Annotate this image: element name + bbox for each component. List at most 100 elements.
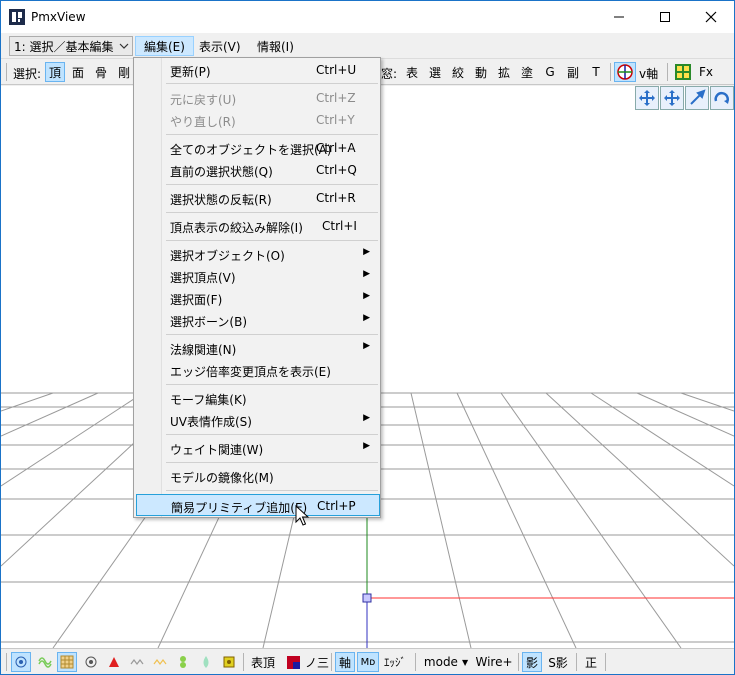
- menu-item-invert-selection[interactable]: 選択状態の反転(R) Ctrl+R: [136, 187, 380, 209]
- color-swatch-icon: [286, 655, 300, 669]
- drop-button[interactable]: [196, 652, 216, 672]
- window-g-button[interactable]: G: [540, 62, 560, 82]
- circle-button[interactable]: [81, 652, 101, 672]
- statusbar-grip: [6, 653, 7, 671]
- wave-green-button[interactable]: [35, 652, 55, 672]
- menu-separator: [166, 134, 378, 135]
- toolbar-separator: [667, 63, 668, 81]
- window-title: PmxView: [31, 10, 86, 24]
- window-paint-button[interactable]: 塗: [517, 62, 537, 82]
- menu-edit[interactable]: 編集(E): [135, 36, 194, 56]
- view-tools: [634, 86, 734, 110]
- window-move-button[interactable]: 動: [471, 62, 491, 82]
- window-select-button[interactable]: 選: [425, 62, 445, 82]
- menu-item-undo[interactable]: 元に戻す(U) Ctrl+Z: [136, 87, 380, 109]
- mesh-icon: [60, 655, 74, 669]
- toolbar-grip: [6, 63, 7, 81]
- menu-item-mirror-model[interactable]: モデルの鏡像化(M): [136, 465, 380, 487]
- zoom-tool[interactable]: [685, 86, 709, 110]
- mode-dropdown[interactable]: mode ▼: [421, 652, 471, 672]
- chevron-down-icon: [119, 40, 129, 54]
- rigid-icon: [223, 656, 235, 668]
- menu-item-weights[interactable]: ウェイト関連(W) ▶: [136, 437, 380, 459]
- bone-icon: [180, 656, 186, 668]
- select-label: 選択:: [13, 67, 42, 81]
- wave-gray-button[interactable]: [127, 652, 147, 672]
- shadow-toggle[interactable]: 影: [522, 652, 542, 672]
- menu-info[interactable]: 情報(I): [249, 36, 302, 56]
- window-sub-button[interactable]: 副: [563, 62, 583, 82]
- status-bar: 表頂 ノ三 軸 Mᴅ ｴｯｼﾞ mode ▼ Wire+ 影 S影 正: [1, 648, 734, 674]
- rigid-button[interactable]: [219, 652, 239, 672]
- red-triangle-icon: [109, 657, 119, 667]
- bone-button[interactable]: [173, 652, 193, 672]
- menu-item-morph-edit[interactable]: モーフ編集(K): [136, 387, 380, 409]
- menu-separator: [166, 83, 378, 84]
- edge-toggle[interactable]: ｴｯｼﾞ: [381, 652, 409, 672]
- wire-button[interactable]: Wire+: [474, 652, 514, 672]
- app-window: PmxView 1: 選択／基本編集 編集(E) 表示(V) 情報(I) 選択:…: [0, 0, 735, 675]
- mode-label: mode: [423, 655, 458, 669]
- maximize-icon: [660, 12, 670, 22]
- fx-label: Fx: [699, 65, 714, 79]
- menu-item-update[interactable]: 更新(P) Ctrl+U: [136, 59, 380, 81]
- dropdown-arrow-icon: ▼: [461, 657, 469, 667]
- menu-separator: [166, 434, 378, 435]
- window-filter-button[interactable]: 絞: [448, 62, 468, 82]
- window-label: 窓:: [381, 67, 398, 81]
- menu-item-redo[interactable]: やり直し(R) Ctrl+Y: [136, 109, 380, 131]
- menu-item-selected-vertex[interactable]: 選択頂点(V) ▶: [136, 265, 380, 287]
- pan-tool[interactable]: [635, 86, 659, 110]
- color-grid-icon: [675, 64, 691, 80]
- mode-select[interactable]: 1: 選択／基本編集: [9, 36, 133, 56]
- move-tool[interactable]: [660, 86, 684, 110]
- color-button[interactable]: [284, 652, 302, 672]
- menu-item-selected-face[interactable]: 選択面(F) ▶: [136, 287, 380, 309]
- window-t-button[interactable]: T: [586, 62, 606, 82]
- menu-item-selected-bone[interactable]: 選択ボーン(B) ▶: [136, 309, 380, 331]
- menu-item-uv-morph[interactable]: UV表情作成(S) ▶: [136, 409, 380, 431]
- submenu-arrow-icon: ▶: [363, 313, 370, 323]
- triangle-button[interactable]: [104, 652, 124, 672]
- menu-separator: [166, 212, 378, 213]
- menu-item-add-primitive[interactable]: 簡易プリミティブ追加(E) Ctrl+P: [136, 494, 380, 516]
- grid-color-button[interactable]: [672, 62, 694, 82]
- wave-icon: [38, 657, 52, 668]
- maximize-button[interactable]: [642, 1, 688, 33]
- front-view-button[interactable]: 正: [581, 652, 601, 672]
- md-toggle[interactable]: Mᴅ: [357, 652, 379, 672]
- select-rigid-button[interactable]: 剛: [114, 62, 134, 82]
- select-face-button[interactable]: 面: [68, 62, 88, 82]
- menu-separator: [166, 384, 378, 385]
- menu-item-edge-scale-vertices[interactable]: エッジ倍率変更頂点を表示(E): [136, 359, 380, 381]
- menu-item-previous-selection[interactable]: 直前の選択状態(Q) Ctrl+Q: [136, 159, 380, 181]
- submenu-arrow-icon: ▶: [363, 247, 370, 257]
- v-axis-toggle[interactable]: [614, 62, 636, 82]
- menu-item-select-all[interactable]: 全てのオブジェクトを選択(A) Ctrl+A: [136, 137, 380, 159]
- v-axis-label: v軸: [639, 67, 659, 81]
- rotate-tool[interactable]: [710, 86, 734, 110]
- wave-icon: [130, 659, 144, 665]
- rotate-icon: [714, 91, 729, 104]
- window-scale-button[interactable]: 拡: [494, 62, 514, 82]
- select-bone-button[interactable]: 骨: [91, 62, 111, 82]
- axis-toggle[interactable]: 軸: [335, 652, 355, 672]
- close-button[interactable]: [688, 1, 734, 33]
- statusbar-separator: [243, 653, 244, 671]
- s-shadow-toggle[interactable]: S影: [545, 652, 571, 672]
- show-vertex-button[interactable]: 表頂: [249, 652, 277, 672]
- point-icon: [15, 656, 27, 668]
- menu-item-clear-vertex-filter[interactable]: 頂点表示の絞込み解除(I) Ctrl+I: [136, 215, 380, 237]
- menu-item-selected-object[interactable]: 選択オブジェクト(O) ▶: [136, 243, 380, 265]
- point-mode-button[interactable]: [11, 652, 31, 672]
- menu-separator: [166, 462, 378, 463]
- normal-button[interactable]: ノ三: [305, 652, 329, 672]
- wave-orange-button[interactable]: [150, 652, 170, 672]
- title-bar: PmxView: [1, 1, 734, 33]
- select-vertex-button[interactable]: 頂: [45, 62, 65, 82]
- minimize-button[interactable]: [596, 1, 642, 33]
- menu-item-normals[interactable]: 法線関連(N) ▶: [136, 337, 380, 359]
- menu-view[interactable]: 表示(V): [191, 36, 249, 56]
- window-list-button[interactable]: 表: [402, 62, 422, 82]
- mesh-button[interactable]: [57, 652, 77, 672]
